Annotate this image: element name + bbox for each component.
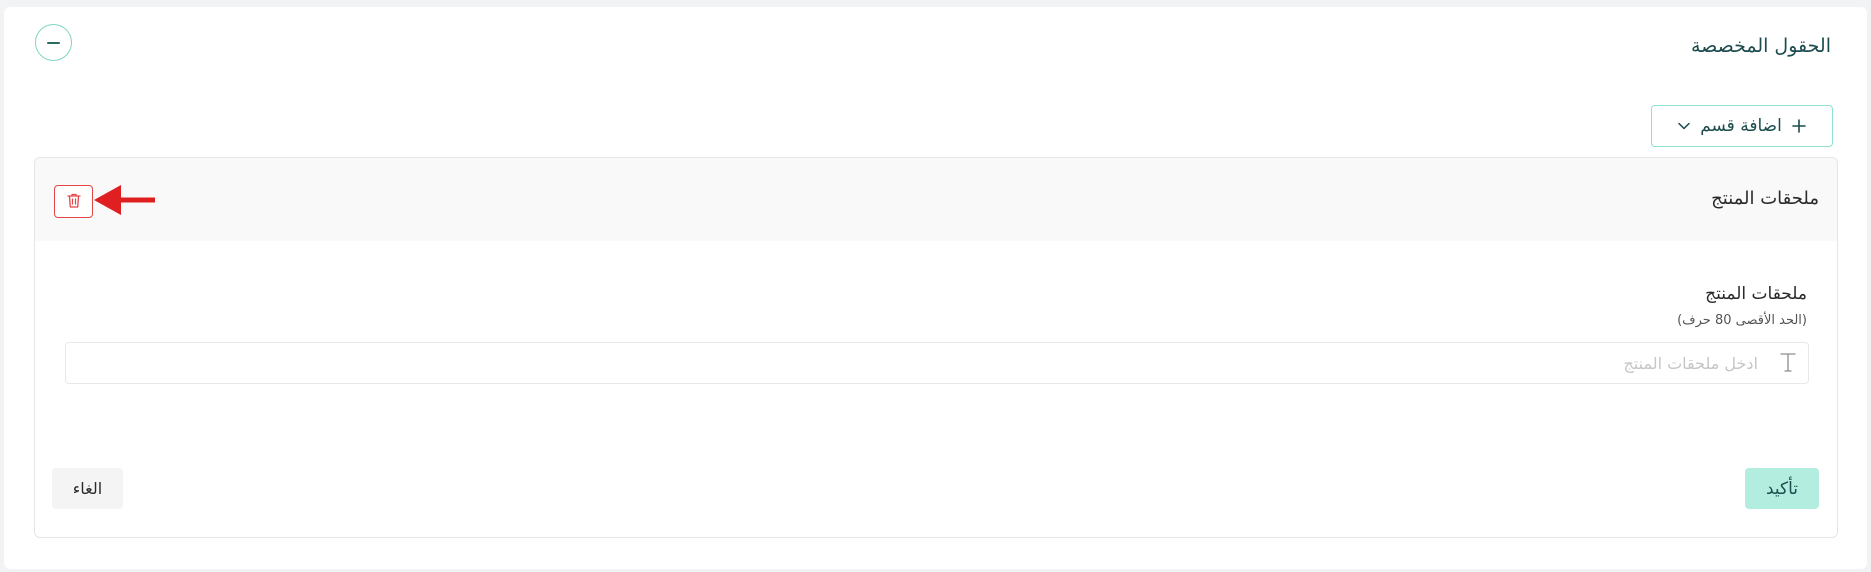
- section-card: ملحقات المنتج ملحقات المنتج (الحد الأقصى…: [34, 157, 1838, 538]
- trash-icon: [66, 192, 82, 212]
- plus-icon: [1791, 119, 1806, 133]
- text-t-icon: [1780, 351, 1796, 377]
- delete-section-button[interactable]: [54, 185, 93, 218]
- add-section-label: اضافة قسم: [1700, 116, 1782, 136]
- custom-fields-panel: الحقول المخصصة اضافة قسم ملحقات المنتج م…: [4, 7, 1867, 569]
- cancel-button[interactable]: الغاء: [52, 468, 123, 509]
- chevron-down-icon: [1678, 122, 1690, 130]
- confirm-button[interactable]: تأكيد: [1745, 468, 1819, 509]
- field-hint: (الحد الأقصى 80 حرف): [1677, 313, 1807, 328]
- section-header: ملحقات المنتج: [35, 158, 1837, 241]
- field-label: ملحقات المنتج: [1705, 284, 1807, 304]
- section-title: ملحقات المنتج: [1711, 188, 1819, 209]
- product-attachments-field: [65, 342, 1809, 384]
- minus-icon: [47, 41, 60, 44]
- collapse-button[interactable]: [35, 24, 72, 61]
- add-section-button[interactable]: اضافة قسم: [1651, 105, 1833, 147]
- red-arrow-icon: [94, 185, 155, 215]
- product-attachments-input[interactable]: [100, 343, 1760, 383]
- panel-title: الحقول المخصصة: [1690, 35, 1831, 57]
